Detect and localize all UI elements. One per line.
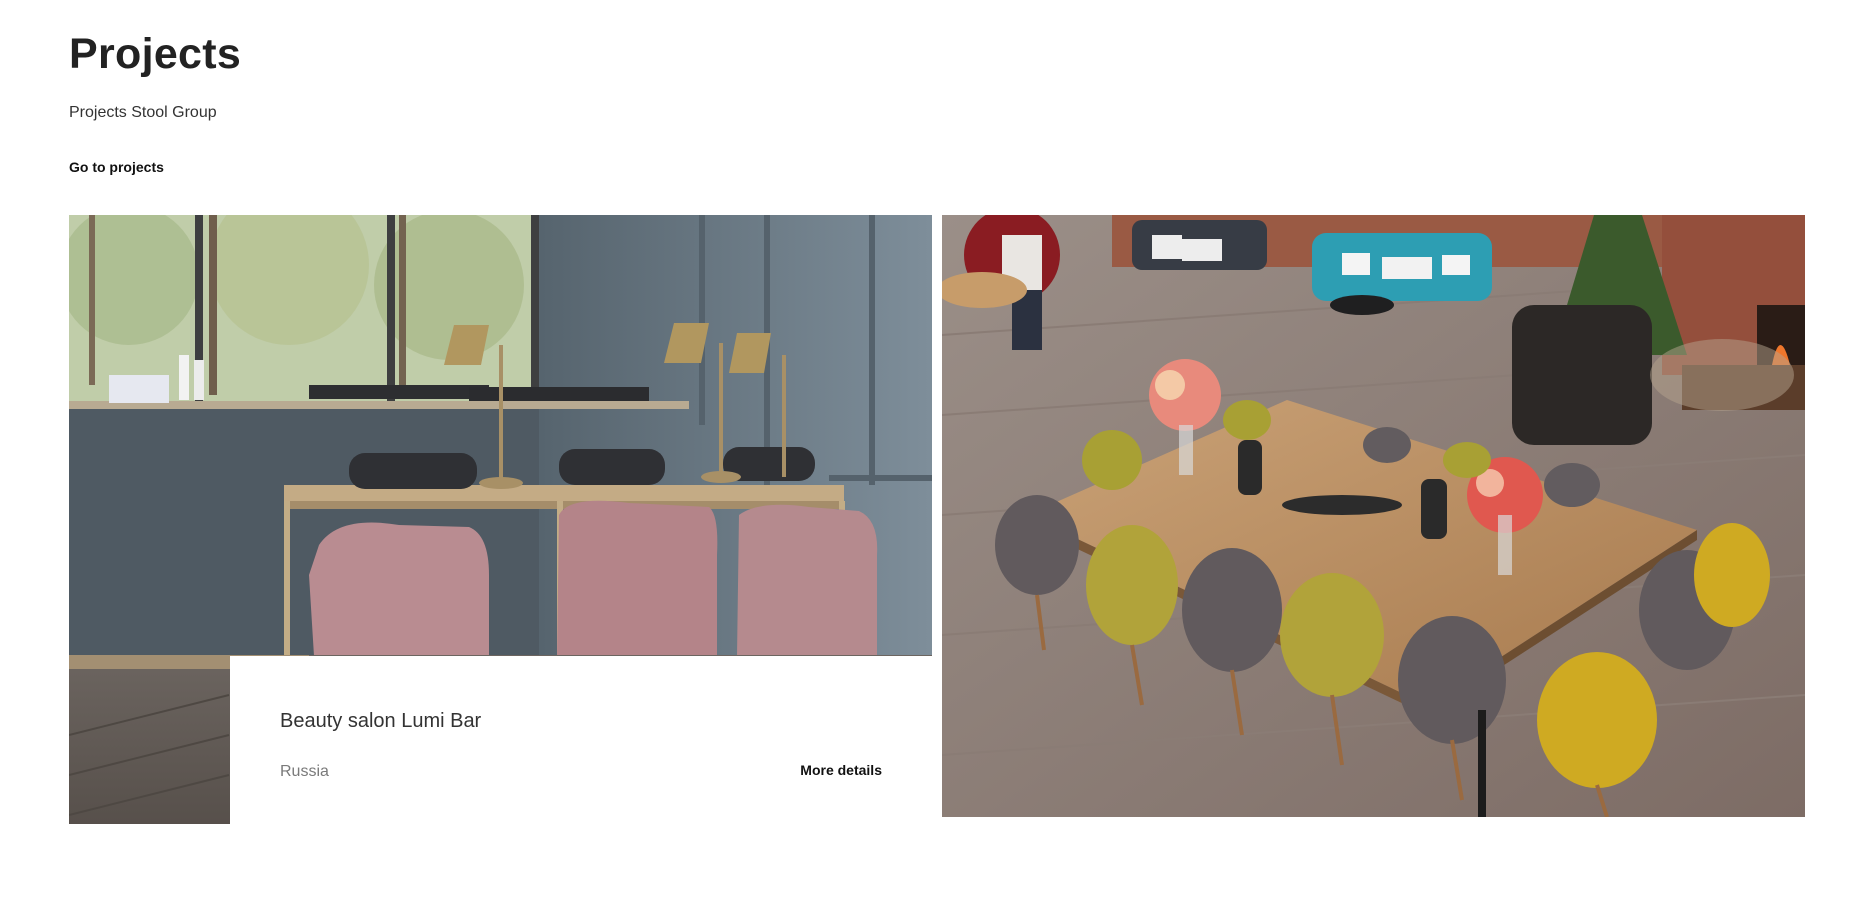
page-title: Projects [69, 30, 242, 78]
project-country: Russia [280, 763, 329, 780]
project-card-lumi-bar[interactable]: Beauty salon Lumi Bar Russia More detail… [69, 215, 932, 824]
project-title[interactable]: Beauty salon Lumi Bar [280, 709, 481, 733]
project-info-box: Beauty salon Lumi Bar Russia More detail… [230, 656, 932, 824]
projects-header: Projects Projects Stool Group Go to proj… [69, 28, 241, 177]
go-to-projects-link[interactable]: Go to projects [69, 158, 164, 176]
page: Projects Projects Stool Group Go to proj… [0, 0, 1865, 917]
project-card-lounge[interactable] [942, 215, 1805, 817]
project-photo-lounge[interactable] [942, 215, 1805, 817]
page-subtitle: Projects Stool Group [69, 104, 217, 121]
more-details-link[interactable]: More details [800, 761, 882, 779]
